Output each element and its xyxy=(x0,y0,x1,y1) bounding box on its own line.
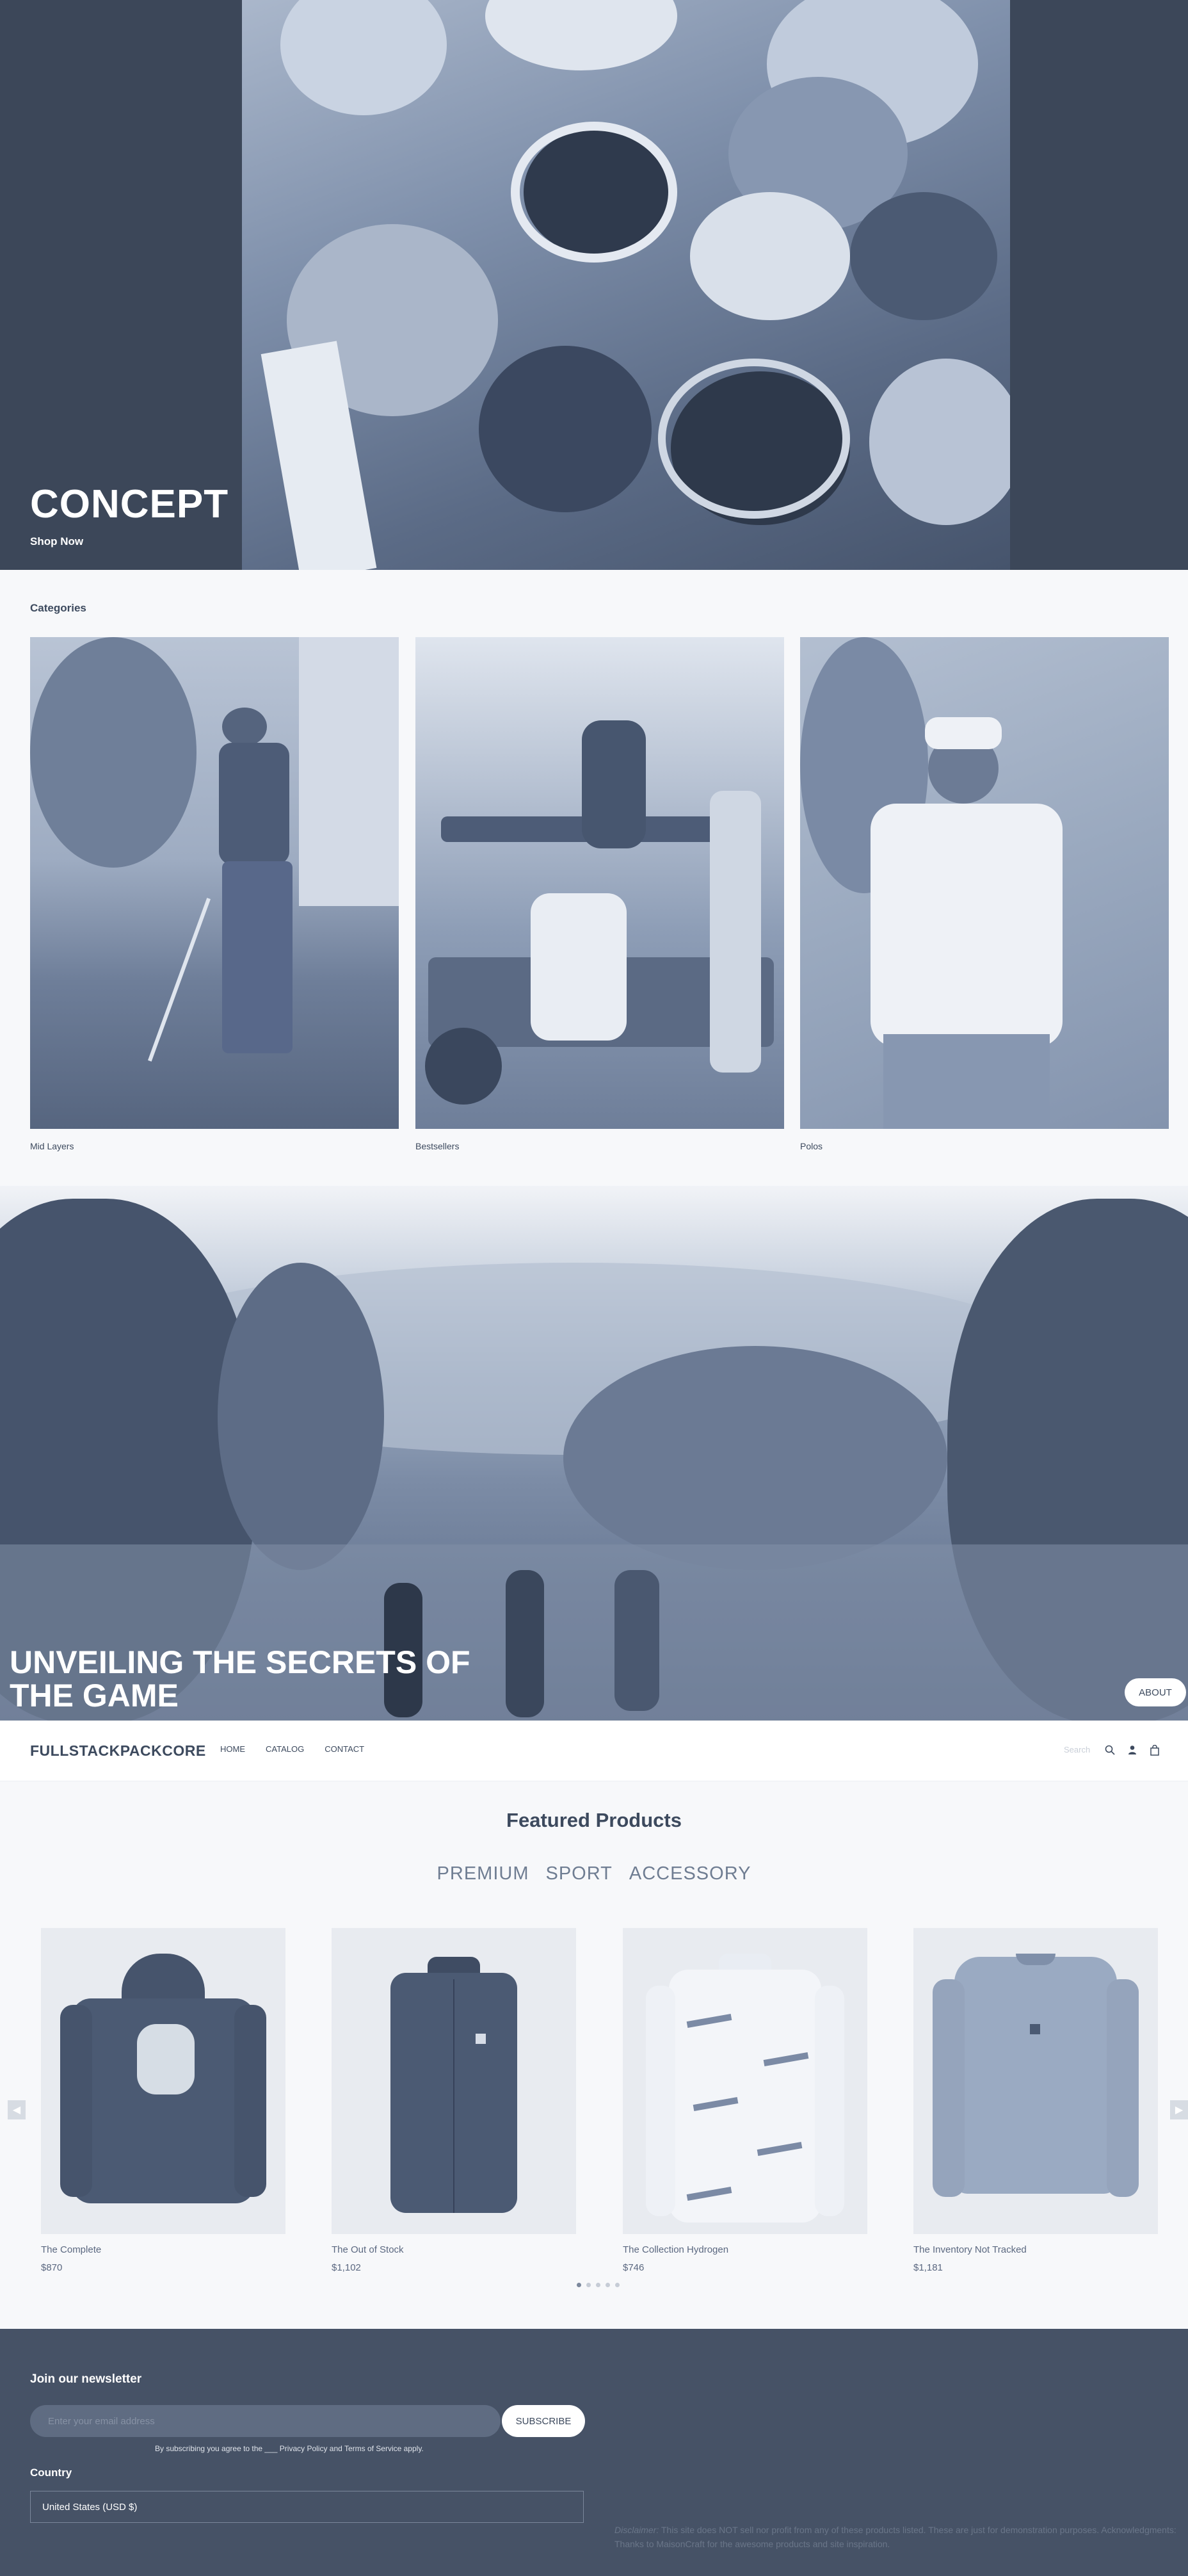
category-card-polos[interactable] xyxy=(800,637,1169,1129)
carousel-dot[interactable] xyxy=(606,2283,610,2287)
product-image-polo xyxy=(623,1928,867,2234)
email-field[interactable] xyxy=(30,2405,501,2437)
product-card[interactable] xyxy=(41,1928,285,2234)
disclaimer-text: Disclaimer: This site does NOT sell nor … xyxy=(614,2523,1178,2551)
product-card[interactable] xyxy=(913,1928,1158,2234)
category-card-bestsellers[interactable] xyxy=(415,637,784,1129)
search-input[interactable]: Search xyxy=(1064,1745,1090,1754)
category-label-polos[interactable]: Polos xyxy=(800,1141,823,1151)
tab-accessory[interactable]: ACCESSORY xyxy=(629,1863,751,1884)
product-price: $1,181 xyxy=(913,2262,943,2273)
banner-title: UNVEILING THE SECRETS OF THE GAME xyxy=(10,1644,470,1713)
country-select[interactable]: United States (USD $) xyxy=(30,2491,584,2523)
shop-now-link[interactable]: Shop Now xyxy=(30,535,83,548)
product-card[interactable] xyxy=(332,1928,576,2234)
product-card[interactable] xyxy=(623,1928,867,2234)
category-image-mid-layers xyxy=(30,637,399,1129)
category-label-mid-layers[interactable]: Mid Layers xyxy=(30,1141,74,1151)
carousel-dot[interactable] xyxy=(586,2283,591,2287)
product-name[interactable]: The Inventory Not Tracked xyxy=(913,2244,1027,2255)
carousel-dot[interactable] xyxy=(615,2283,620,2287)
about-button[interactable]: ABOUT xyxy=(1125,1678,1186,1706)
nav-catalog[interactable]: CATALOG xyxy=(266,1744,304,1754)
product-tabs: PREMIUM SPORT ACCESSORY xyxy=(0,1863,1188,1884)
carousel-dot[interactable] xyxy=(596,2283,600,2287)
product-image-vest xyxy=(332,1928,576,2234)
cart-icon[interactable] xyxy=(1148,1744,1161,1756)
search-icon[interactable] xyxy=(1104,1744,1116,1756)
tab-premium[interactable]: PREMIUM xyxy=(437,1863,529,1884)
hero-section: CONCEPT Shop Now xyxy=(0,0,1188,570)
subscribe-button[interactable]: SUBSCRIBE xyxy=(502,2405,585,2437)
disclaimer-body: This site does NOT sell nor profit from … xyxy=(614,2525,1176,2549)
category-image-bestsellers xyxy=(415,637,784,1129)
product-name[interactable]: The Complete xyxy=(41,2244,101,2255)
carousel-prev-button[interactable]: ◀ xyxy=(8,2100,26,2119)
tab-sport[interactable]: SPORT xyxy=(545,1863,612,1884)
country-heading: Country xyxy=(30,2467,72,2479)
featured-products-title: Featured Products xyxy=(506,1809,682,1831)
account-icon[interactable] xyxy=(1126,1744,1139,1756)
hero-image xyxy=(242,0,1010,570)
golf-course-banner xyxy=(0,1186,1188,1721)
category-card-mid-layers[interactable] xyxy=(30,637,399,1129)
category-label-bestsellers[interactable]: Bestsellers xyxy=(415,1141,459,1151)
nav-home[interactable]: HOME xyxy=(220,1744,245,1754)
carousel-dot[interactable] xyxy=(577,2283,581,2287)
product-price: $1,102 xyxy=(332,2262,361,2273)
main-nav: HOME CATALOG CONTACT xyxy=(220,1744,364,1754)
category-image-polos xyxy=(800,637,1169,1129)
subscribe-consent-text: By subscribing you agree to the ___ Priv… xyxy=(155,2444,424,2453)
product-image-sweater xyxy=(913,1928,1158,2234)
site-header: FULLSTACKPACKCORE HOME CATALOG CONTACT S… xyxy=(0,1721,1188,1781)
categories-heading: Categories xyxy=(30,602,86,614)
product-price: $870 xyxy=(41,2262,63,2273)
product-name[interactable]: The Collection Hydrogen xyxy=(623,2244,728,2255)
carousel-next-button[interactable]: ▶ xyxy=(1170,2100,1188,2119)
site-logo[interactable]: FULLSTACKPACKCORE xyxy=(30,1742,206,1760)
carousel-pagination xyxy=(577,2283,620,2287)
product-name[interactable]: The Out of Stock xyxy=(332,2244,404,2255)
disclaimer-label: Disclaimer: xyxy=(614,2525,659,2535)
product-price: $746 xyxy=(623,2262,645,2273)
nav-contact[interactable]: CONTACT xyxy=(325,1744,364,1754)
hero-title: CONCEPT xyxy=(30,482,229,526)
product-image-hoodie xyxy=(41,1928,285,2234)
newsletter-heading: Join our newsletter xyxy=(30,2372,142,2386)
